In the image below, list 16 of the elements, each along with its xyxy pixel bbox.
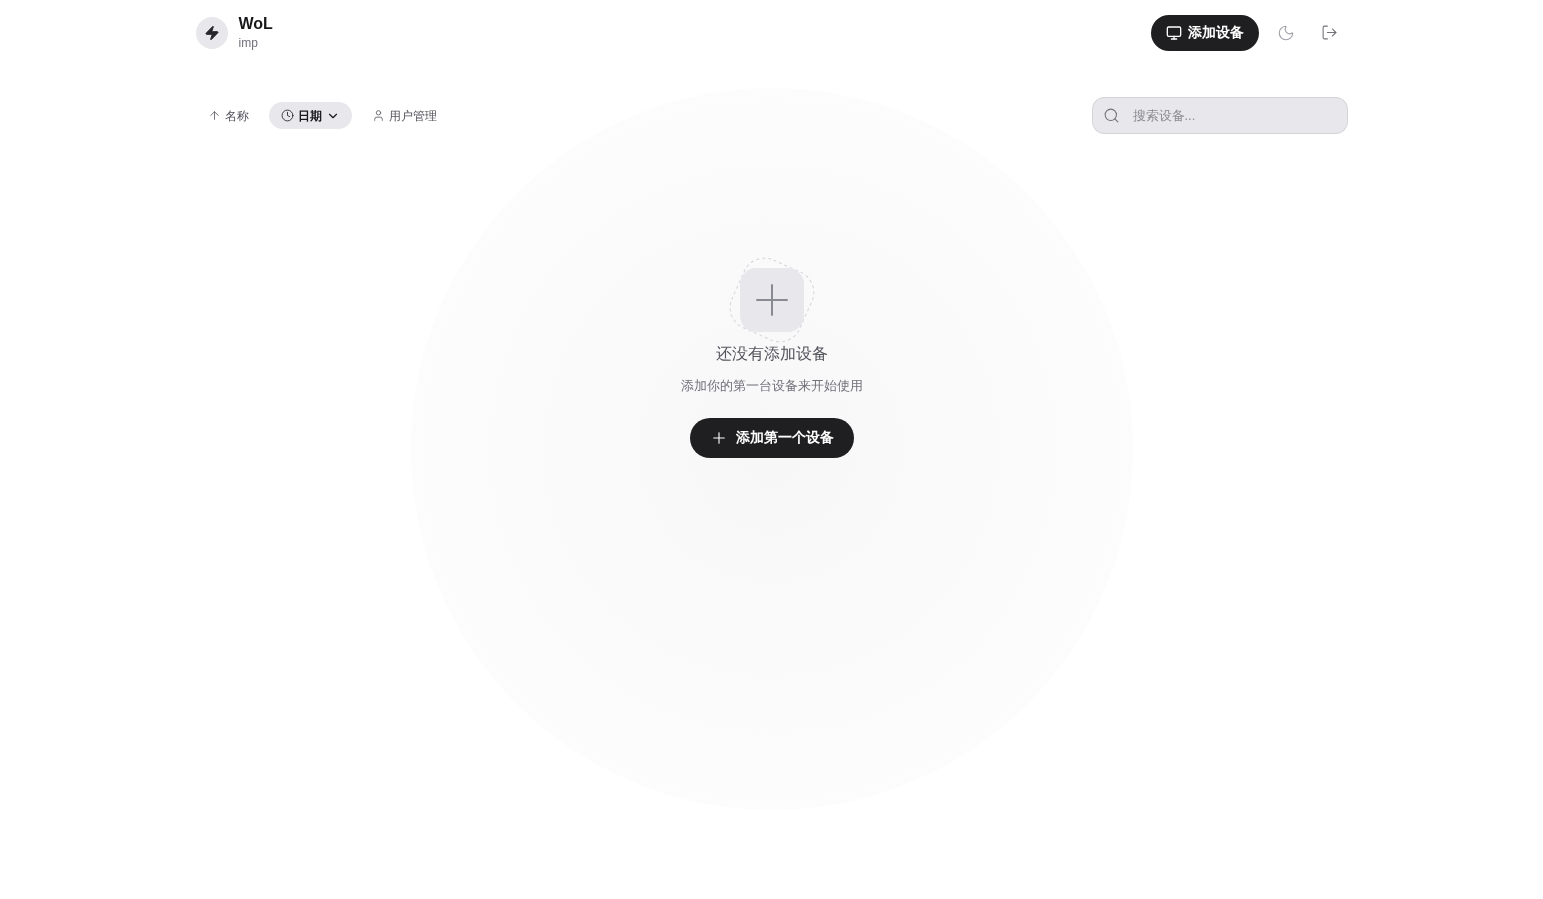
bolt-logo-icon (195, 16, 228, 49)
empty-state-title: 还没有添加设备 (715, 344, 828, 364)
clock-icon (280, 109, 294, 122)
user-name: imp (238, 36, 259, 51)
empty-state-subtitle: 添加你的第一台设备来开始使用 (680, 377, 863, 395)
search-icon (1102, 107, 1120, 124)
app-title: WoL (238, 14, 273, 34)
add-device-button[interactable]: 添加设备 (1150, 14, 1259, 51)
sort-option[interactable]: 名称 (195, 102, 261, 129)
user-icon (371, 109, 385, 122)
sort-option[interactable]: 日期 (268, 102, 352, 129)
monitor-icon (1165, 24, 1182, 41)
add-first-device-button[interactable]: 添加第一个设备 (689, 417, 854, 458)
user-management-link[interactable]: 用户管理 (359, 102, 449, 129)
arrow-up-icon (207, 109, 221, 122)
search-field[interactable]: 搜索设备... (1091, 97, 1348, 134)
